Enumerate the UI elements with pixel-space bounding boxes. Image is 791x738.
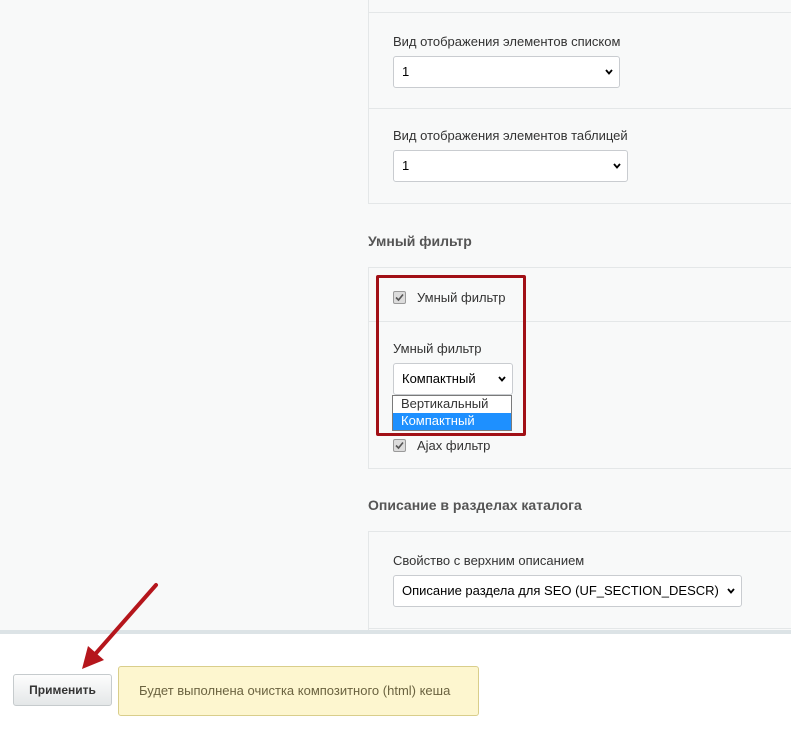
list-view-select[interactable]: 1: [393, 56, 620, 88]
table-view-row: Вид отображения элементов таблицей 1: [369, 108, 791, 205]
table-view-label: Вид отображения элементов таблицей: [393, 128, 628, 143]
description-property-label: Свойство с верхним описанием: [393, 553, 585, 568]
smart-filter-section-title: Умный фильтр: [368, 233, 472, 249]
chevron-down-icon: [727, 588, 735, 594]
table-view-select-value: 1: [402, 158, 410, 173]
ajax-filter-checkbox-label: Ajax фильтр: [417, 438, 491, 453]
description-panel: Свойство с верхним описанием Описание ра…: [368, 531, 791, 641]
highlight-frame: [376, 275, 526, 436]
view-settings-panel: Вид отображения элементов списком 1 Вид …: [368, 0, 791, 204]
apply-button[interactable]: Применить: [13, 674, 112, 706]
chevron-down-icon: [605, 69, 613, 75]
description-section-title: Описание в разделах каталога: [368, 497, 582, 513]
table-view-select[interactable]: 1: [393, 150, 628, 182]
ajax-filter-checkbox[interactable]: [393, 439, 406, 452]
description-property-select[interactable]: Описание раздела для SEO (UF_SECTION_DES…: [393, 575, 742, 607]
chevron-down-icon: [613, 163, 621, 169]
annotation-arrow-icon: [82, 583, 158, 669]
checkmark-icon: [395, 441, 404, 450]
description-property-select-value: Описание раздела для SEO (UF_SECTION_DES…: [402, 583, 719, 598]
list-view-label: Вид отображения элементов списком: [393, 34, 621, 49]
cache-notice: Будет выполнена очистка композитного (ht…: [118, 666, 479, 716]
list-view-select-value: 1: [402, 64, 410, 79]
list-view-row: Вид отображения элементов списком 1: [369, 12, 791, 109]
